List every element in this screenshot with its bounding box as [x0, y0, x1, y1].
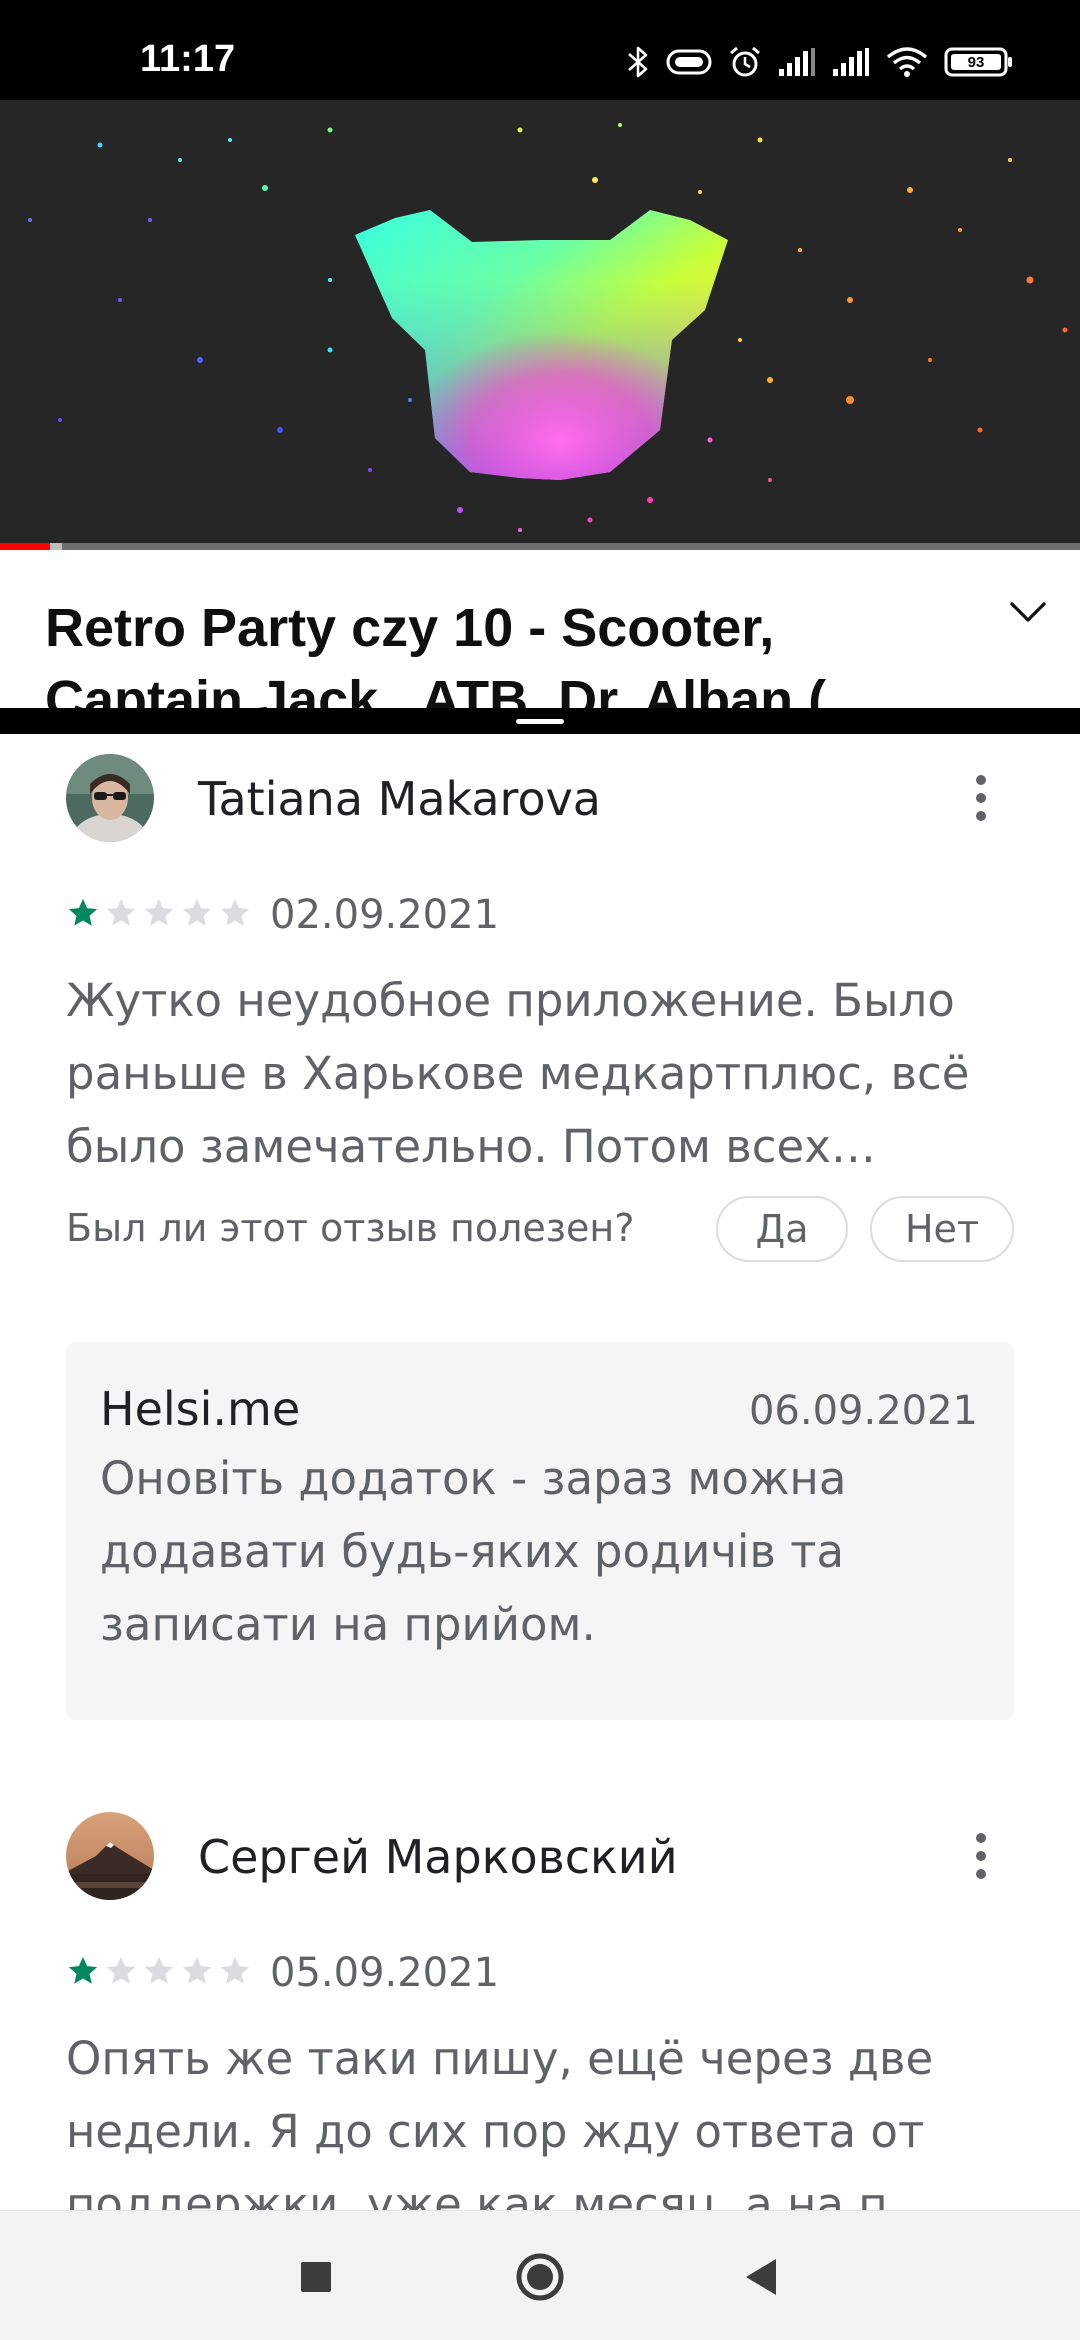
- star-empty-icon: [144, 898, 174, 926]
- video-player[interactable]: [0, 100, 1080, 550]
- star-filled-icon: [68, 1956, 98, 1984]
- home-icon[interactable]: [510, 2247, 570, 2307]
- star-empty-icon: [106, 898, 136, 926]
- star-filled-icon: [68, 898, 98, 926]
- review-author: Tatiana Makarova: [198, 772, 601, 826]
- wifi-icon: [886, 47, 928, 77]
- battery-icon: 93: [944, 47, 1012, 77]
- signal-icon: [779, 48, 815, 76]
- signal-icon: [833, 48, 869, 76]
- reviews-pane[interactable]: Tatiana Makarova 02.09.2021 Жутко неудоб…: [0, 734, 1080, 2210]
- avatar: [66, 754, 154, 842]
- status-time: 11:17: [140, 38, 236, 80]
- star-empty-icon: [182, 898, 212, 926]
- review-date: 02.09.2021: [270, 892, 500, 938]
- rating-stars: [66, 1954, 252, 1988]
- video-title-row[interactable]: Retro Party czy 10 - Scooter, Captain Ja…: [0, 550, 1080, 708]
- developer-reply: Helsi.me 06.09.2021 Оновіть додаток - за…: [66, 1342, 1014, 1720]
- star-empty-icon: [220, 1956, 250, 1984]
- review-date: 05.09.2021: [270, 1950, 500, 1996]
- back-icon[interactable]: [732, 2247, 792, 2307]
- screen: 11:17 93 Retro Party czy 10 - Scooter, C…: [0, 0, 1080, 2340]
- star-empty-icon: [144, 1956, 174, 1984]
- video-progress-bar[interactable]: [0, 543, 1080, 550]
- split-handle[interactable]: [516, 719, 564, 724]
- reply-date: 06.09.2021: [748, 1388, 978, 1434]
- star-empty-icon: [220, 898, 250, 926]
- video-progress-fill: [0, 543, 50, 550]
- helpful-question: Был ли этот отзыв полезен?: [66, 1206, 635, 1250]
- review-text[interactable]: Жутко неудобное приложение. Было раньше …: [66, 964, 1026, 1183]
- alarm-icon: [730, 46, 760, 77]
- avatar: [66, 1812, 154, 1900]
- battery-level: 93: [968, 54, 985, 71]
- video-title: Retro Party czy 10 - Scooter, Captain Ja…: [45, 598, 827, 708]
- vibrate-icon: [666, 49, 712, 75]
- navigation-bar: [0, 2210, 1080, 2340]
- star-empty-icon: [182, 1956, 212, 1984]
- status-bar: 11:17 93: [0, 0, 1080, 100]
- visualizer-shape: [355, 210, 728, 480]
- status-icons: 93: [626, 40, 1014, 84]
- helpful-no-button[interactable]: Нет: [870, 1196, 1014, 1262]
- reply-text: Оновіть додаток - зараз можна додавати б…: [100, 1452, 847, 1651]
- more-vert-icon[interactable]: [965, 1826, 997, 1886]
- star-empty-icon: [106, 1956, 136, 1984]
- review-text[interactable]: Опять же таки пишу, ещё через две недели…: [66, 2022, 1026, 2210]
- reply-author: Helsi.me: [100, 1382, 301, 1436]
- more-vert-icon[interactable]: [965, 768, 997, 828]
- split-screen-divider[interactable]: [0, 708, 1080, 734]
- rating-stars: [66, 896, 252, 930]
- helpful-yes-button[interactable]: Да: [716, 1196, 848, 1262]
- video-buffer: [49, 543, 62, 550]
- visualizer-artwork: [28, 123, 1068, 532]
- chevron-down-icon[interactable]: [1006, 590, 1050, 634]
- review-author: Сергей Марковский: [198, 1830, 678, 1884]
- bluetooth-icon: [628, 46, 648, 78]
- recents-icon[interactable]: [286, 2247, 346, 2307]
